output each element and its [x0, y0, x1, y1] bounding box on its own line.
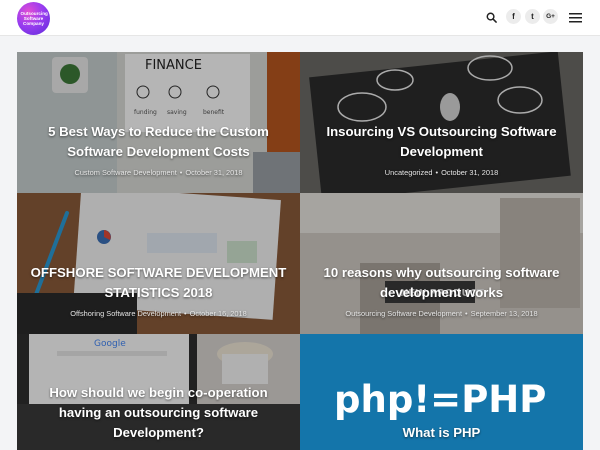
logo-text: Outsourcing Software Company [20, 11, 48, 26]
post-date: October 31, 2018 [185, 168, 243, 177]
post-meta: Custom Software Development • October 31, … [74, 168, 243, 177]
post-card[interactable]: php!=PHP What is PHP [300, 334, 583, 450]
post-date: September 13, 2018 [470, 309, 538, 318]
twitter-icon[interactable]: t [525, 9, 540, 24]
post-title[interactable]: What is PHP [310, 423, 573, 443]
post-title[interactable]: How should we begin co-operation having … [27, 383, 290, 443]
post-category[interactable]: Uncategorized [385, 168, 433, 177]
post-card[interactable]: OFFSHORE SOFTWARE DEVELOPMENT STATISTICS… [17, 193, 300, 334]
google-plus-icon[interactable]: G+ [543, 9, 558, 24]
php-banner-text: php!=PHP [334, 378, 546, 421]
post-meta: Offshoring Software Development • October … [70, 309, 247, 318]
post-category[interactable]: Offshoring Software Development [70, 309, 181, 318]
post-date: October 31, 2018 [441, 168, 499, 177]
post-title[interactable]: 5 Best Ways to Reduce the Custom Softwar… [27, 122, 290, 162]
site-header: Outsourcing Software Company f t G+ [0, 0, 600, 36]
search-icon[interactable] [483, 9, 499, 25]
hamburger-menu-icon[interactable] [568, 9, 582, 25]
post-title[interactable]: 10 reasons why outsourcing software deve… [310, 263, 573, 303]
post-title[interactable]: Insourcing VS Outsourcing Software Devel… [310, 122, 573, 162]
post-title[interactable]: OFFSHORE SOFTWARE DEVELOPMENT STATISTICS… [27, 263, 290, 303]
post-category[interactable]: Custom Software Development [74, 168, 176, 177]
post-card[interactable]: FINANCE funding saving benefit 5 Best Wa… [17, 52, 300, 193]
facebook-icon[interactable]: f [506, 9, 521, 24]
post-date: October 16, 2018 [189, 309, 247, 318]
site-logo[interactable]: Outsourcing Software Company [17, 2, 50, 35]
post-card[interactable]: NEW PRODUCT 10 reasons why outsourcing s… [300, 193, 583, 334]
post-meta: Uncategorized • October 31, 2018 [384, 168, 499, 177]
post-card[interactable]: Google How should we begin co-operation … [17, 334, 300, 450]
post-category[interactable]: Outsourcing Software Development [345, 309, 462, 318]
post-card[interactable]: Insourcing VS Outsourcing Software Devel… [300, 52, 583, 193]
post-meta: Outsourcing Software Development • Septemb… [345, 309, 538, 318]
